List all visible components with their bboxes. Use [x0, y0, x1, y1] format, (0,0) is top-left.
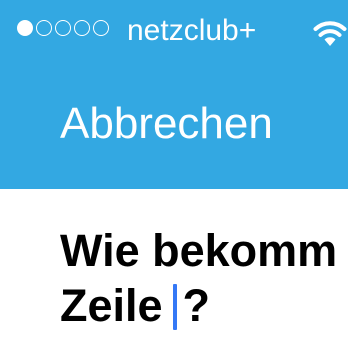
wifi-icon	[313, 21, 347, 46]
question-text-before-caret: Zeile	[60, 280, 163, 331]
top-bar: netzclub+ Abbrechen	[0, 0, 348, 189]
status-bar: netzclub+	[0, 10, 348, 50]
question-editor[interactable]: Wie bekomm Zeile?	[0, 189, 348, 348]
signal-dot-empty	[36, 20, 52, 36]
question-text-after-caret: ?	[182, 280, 211, 331]
question-text[interactable]: Wie bekomm Zeile?	[60, 223, 348, 333]
carrier-name: netzclub+	[127, 14, 257, 47]
signal-dot-empty	[74, 20, 90, 36]
cancel-button[interactable]: Abbrechen	[60, 98, 273, 150]
question-line-1: Wie bekomm	[60, 225, 338, 276]
screen: netzclub+ Abbrechen Wie bekomm Zeile?	[0, 0, 348, 348]
question-line-2: Zeile?	[60, 278, 348, 333]
signal-dot-empty	[55, 20, 71, 36]
signal-strength-indicator	[17, 20, 109, 36]
text-caret	[172, 284, 177, 330]
signal-dot-filled	[17, 20, 33, 36]
signal-dot-empty	[93, 20, 109, 36]
